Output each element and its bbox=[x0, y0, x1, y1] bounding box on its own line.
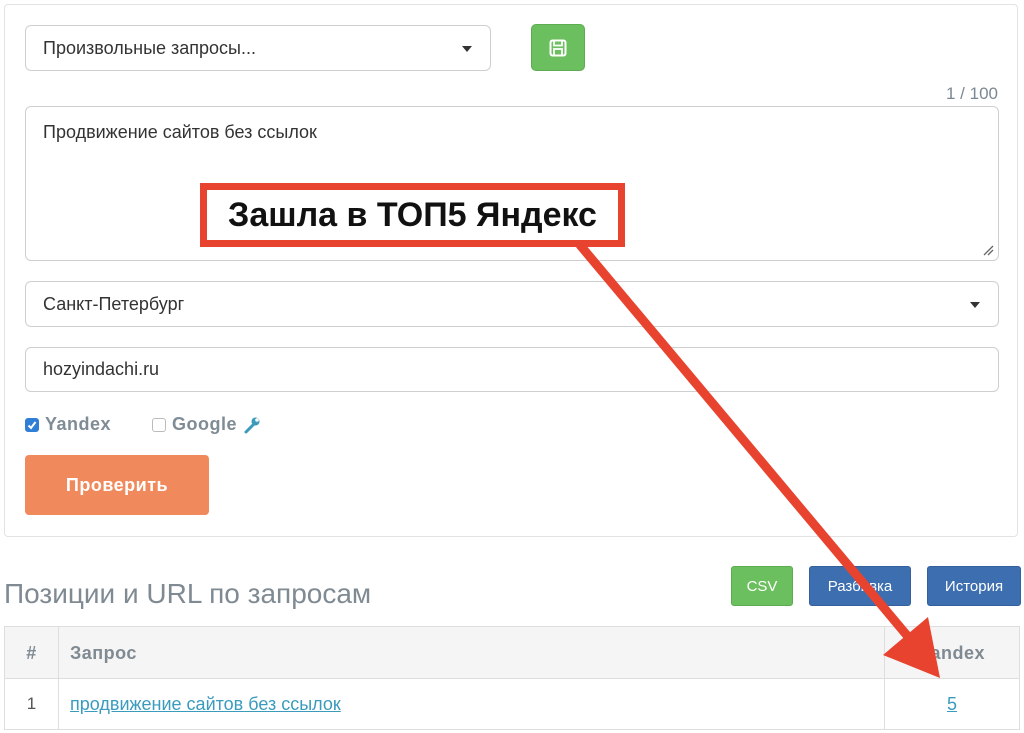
annotation-arrow bbox=[575, 240, 940, 678]
annotation-callout: Зашла в ТОП5 Яндекс bbox=[200, 183, 625, 247]
